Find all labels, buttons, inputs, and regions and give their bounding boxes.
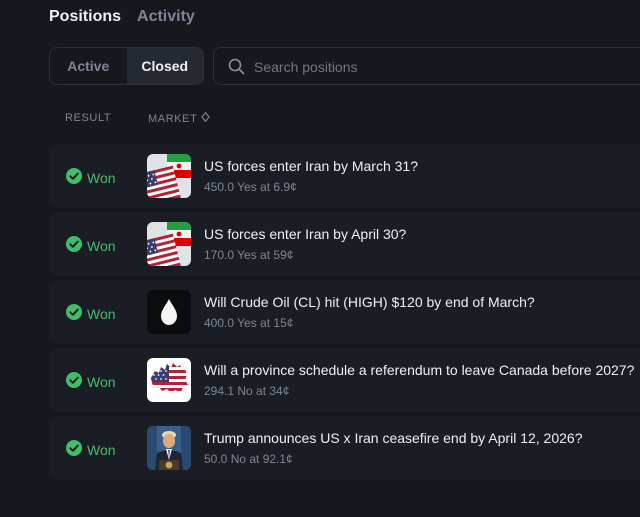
market-image-us-flag-canada-map — [147, 358, 191, 402]
result-label: Won — [87, 373, 116, 390]
position-detail: 400.0 Yes at 15¢ — [204, 316, 294, 330]
column-header-market-label: MARKET — [148, 112, 198, 125]
status-toggle: Active Closed — [49, 47, 204, 85]
check-circle-icon — [66, 236, 82, 255]
closed-toggle-button[interactable]: Closed — [126, 48, 203, 84]
market-title[interactable]: Will Crude Oil (CL) hit (HIGH) $120 by e… — [204, 294, 535, 310]
view-tabs: Positions Activity — [49, 8, 195, 26]
check-circle-icon — [66, 372, 82, 391]
tab-activity[interactable]: Activity — [137, 8, 195, 26]
result-label: Won — [87, 305, 116, 322]
check-circle-icon — [66, 440, 82, 459]
position-detail: 170.0 Yes at 59¢ — [204, 248, 294, 262]
market-title[interactable]: Will a province schedule a referendum to… — [204, 362, 634, 378]
check-circle-icon — [66, 168, 82, 187]
search-input[interactable] — [254, 57, 634, 77]
column-header-result: RESULT — [65, 112, 112, 124]
position-detail: 50.0 No at 92.1¢ — [204, 452, 293, 466]
market-title[interactable]: US forces enter Iran by April 30? — [204, 226, 406, 242]
table-row[interactable]: Won — [49, 144, 640, 208]
position-detail: 294.1 No at 34¢ — [204, 384, 290, 398]
result-cell: Won — [66, 440, 116, 459]
result-cell: Won — [66, 236, 116, 255]
result-label: Won — [87, 169, 116, 186]
market-title[interactable]: Trump announces US x Iran ceasefire end … — [204, 430, 582, 446]
market-title[interactable]: US forces enter Iran by March 31? — [204, 158, 418, 174]
table-row[interactable]: Won Will Crude Oil (CL) hit (HIGH) $120 … — [49, 280, 640, 344]
tab-positions[interactable]: Positions — [49, 8, 121, 26]
search-icon — [228, 58, 245, 80]
table-row[interactable]: Won — [49, 348, 640, 412]
result-label: Won — [87, 441, 116, 458]
market-image-us-iran-flags — [147, 222, 191, 266]
position-detail: 450.0 Yes at 6.9¢ — [204, 180, 297, 194]
result-cell: Won — [66, 304, 116, 323]
active-toggle-button[interactable]: Active — [50, 48, 127, 84]
market-image-us-iran-flags — [147, 154, 191, 198]
market-image-oil-drop — [147, 290, 191, 334]
search-box — [213, 47, 640, 85]
column-header-market[interactable]: MARKET — [148, 111, 211, 125]
table-row[interactable]: Won Trump announces US x Iran ceasefire … — [49, 416, 640, 480]
result-label: Won — [87, 237, 116, 254]
table-row[interactable]: Won — [49, 212, 640, 276]
result-cell: Won — [66, 168, 116, 187]
sort-icon[interactable] — [201, 111, 211, 125]
check-circle-icon — [66, 304, 82, 323]
result-cell: Won — [66, 372, 116, 391]
market-image-trump-podium — [147, 426, 191, 470]
